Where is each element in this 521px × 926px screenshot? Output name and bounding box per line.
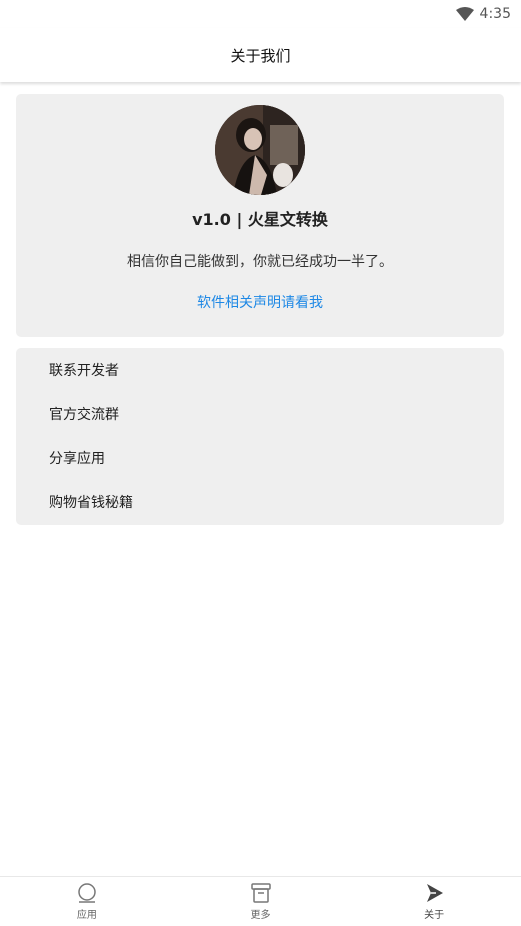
version-title: v1.0 | 火星文转换 [192, 210, 328, 229]
play-arrow-icon [427, 884, 444, 902]
menu-item-official-group[interactable]: 官方交流群 [16, 392, 504, 436]
wifi-icon [455, 7, 474, 21]
profile-card: v1.0 | 火星文转换 相信你自己能做到，你就已经成功一半了。 软件相关声明请… [16, 94, 504, 337]
app-circle-icon [78, 883, 96, 903]
bottom-nav: 应用 更多 关于 [0, 876, 521, 926]
statement-link[interactable]: 软件相关声明请看我 [197, 292, 323, 312]
nav-label-more: 更多 [250, 910, 271, 921]
avatar-photo [215, 105, 305, 195]
status-bar: 4:35 [0, 0, 521, 28]
nav-label-about: 关于 [424, 910, 445, 921]
menu-card: 联系开发者 官方交流群 分享应用 购物省钱秘籍 [16, 348, 504, 525]
status-time: 4:35 [479, 6, 511, 22]
menu-item-contact-developer[interactable]: 联系开发者 [16, 348, 504, 392]
page-title: 关于我们 [230, 46, 291, 65]
motto-text: 相信你自己能做到，你就已经成功一半了。 [127, 254, 393, 270]
nav-item-about[interactable]: 关于 [347, 877, 521, 926]
menu-item-share-app[interactable]: 分享应用 [16, 436, 504, 480]
avatar [215, 105, 305, 195]
app-bar: 关于我们 [0, 28, 521, 82]
menu-item-shopping-tips[interactable]: 购物省钱秘籍 [16, 480, 504, 524]
nav-item-more[interactable]: 更多 [174, 877, 348, 926]
nav-label-apps: 应用 [76, 910, 97, 921]
box-icon [250, 883, 271, 903]
nav-item-apps[interactable]: 应用 [0, 877, 174, 926]
